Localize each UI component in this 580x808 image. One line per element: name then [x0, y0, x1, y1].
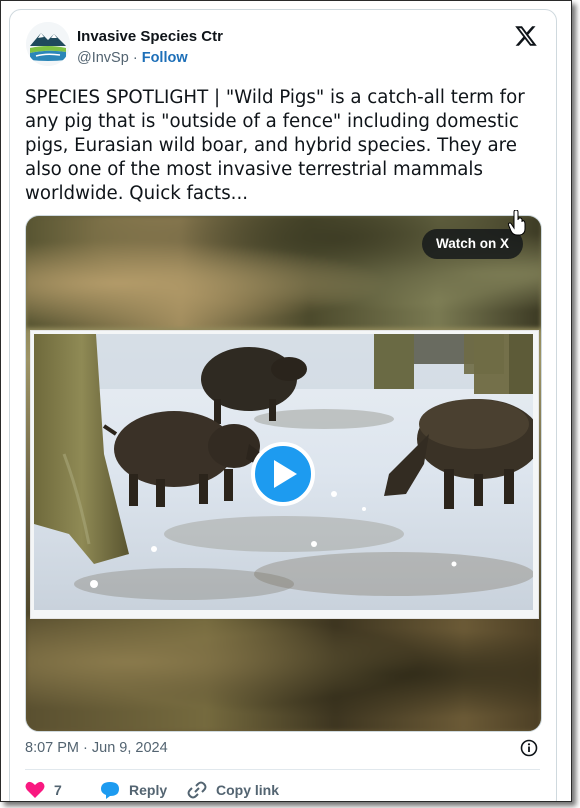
follow-button[interactable]: Follow: [142, 50, 188, 66]
copy-link-button[interactable]: Copy link: [187, 781, 279, 799]
browser-frame: Invasive Species Ctr @InvSp · Follow SPE…: [0, 0, 572, 802]
reply-label: Reply: [129, 782, 168, 798]
video-media[interactable]: Watch on X: [25, 215, 542, 732]
reply-bubble-icon: [101, 782, 119, 799]
action-bar: 7 Reply Copy link: [25, 781, 540, 801]
info-icon[interactable]: [520, 739, 538, 757]
x-logo-icon[interactable]: [514, 24, 538, 48]
author-handle[interactable]: @InvSp: [77, 50, 129, 66]
handle-row: @InvSp · Follow: [77, 50, 188, 66]
tweet-timestamp[interactable]: 8:07 PM · Jun 9, 2024: [25, 740, 168, 756]
tweet-card: Invasive Species Ctr @InvSp · Follow SPE…: [9, 9, 557, 801]
play-button[interactable]: [251, 442, 315, 506]
author-name[interactable]: Invasive Species Ctr: [77, 28, 223, 45]
like-count: 7: [54, 782, 62, 798]
divider: [25, 769, 540, 770]
blurred-background-bottom: [26, 616, 541, 731]
mountain-lake-logo-icon: [26, 22, 70, 66]
copy-link-label: Copy link: [216, 782, 280, 798]
hand-cursor-icon: [508, 210, 526, 236]
link-icon: [187, 781, 207, 799]
separator-dot: ·: [132, 50, 138, 66]
like-button[interactable]: 7: [25, 781, 62, 799]
tweet-text: SPECIES SPOTLIGHT | "Wild Pigs" is a cat…: [25, 87, 525, 204]
heart-icon: [25, 781, 45, 798]
reply-button[interactable]: Reply: [100, 781, 167, 799]
play-icon: [274, 460, 297, 488]
avatar[interactable]: [26, 22, 70, 66]
